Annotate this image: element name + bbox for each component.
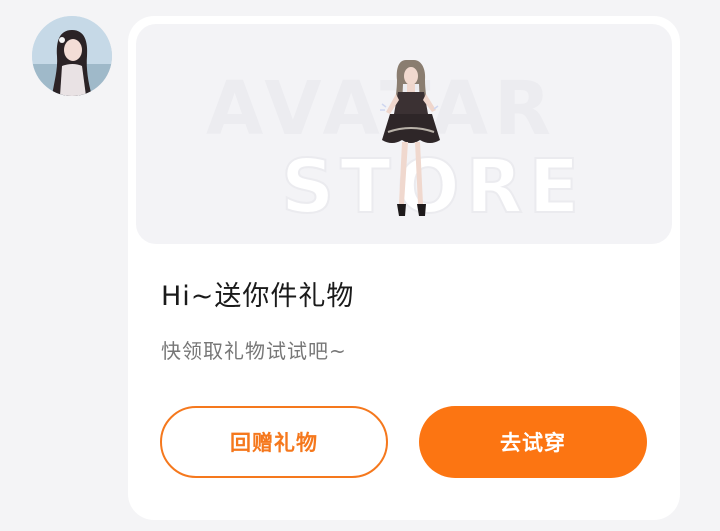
try-on-button[interactable]: 去试穿 bbox=[419, 406, 647, 478]
chat-stage: AVATAR STORE Hi~送你件礼物 快领取礼物试试吧~ 回赠礼物 去试穿 bbox=[0, 0, 720, 531]
avatar-image bbox=[32, 16, 112, 96]
sender-avatar[interactable] bbox=[32, 16, 112, 96]
gift-title: Hi~送你件礼物 bbox=[161, 281, 355, 312]
avatar-outfit-figure-icon bbox=[380, 60, 440, 216]
return-gift-button[interactable]: 回赠礼物 bbox=[160, 406, 388, 478]
gift-banner: AVATAR STORE bbox=[136, 24, 672, 244]
gift-subtitle: 快领取礼物试试吧~ bbox=[161, 339, 347, 363]
gift-card: AVATAR STORE Hi~送你件礼物 快领取礼物试试吧~ 回赠礼物 去试穿 bbox=[128, 16, 680, 520]
